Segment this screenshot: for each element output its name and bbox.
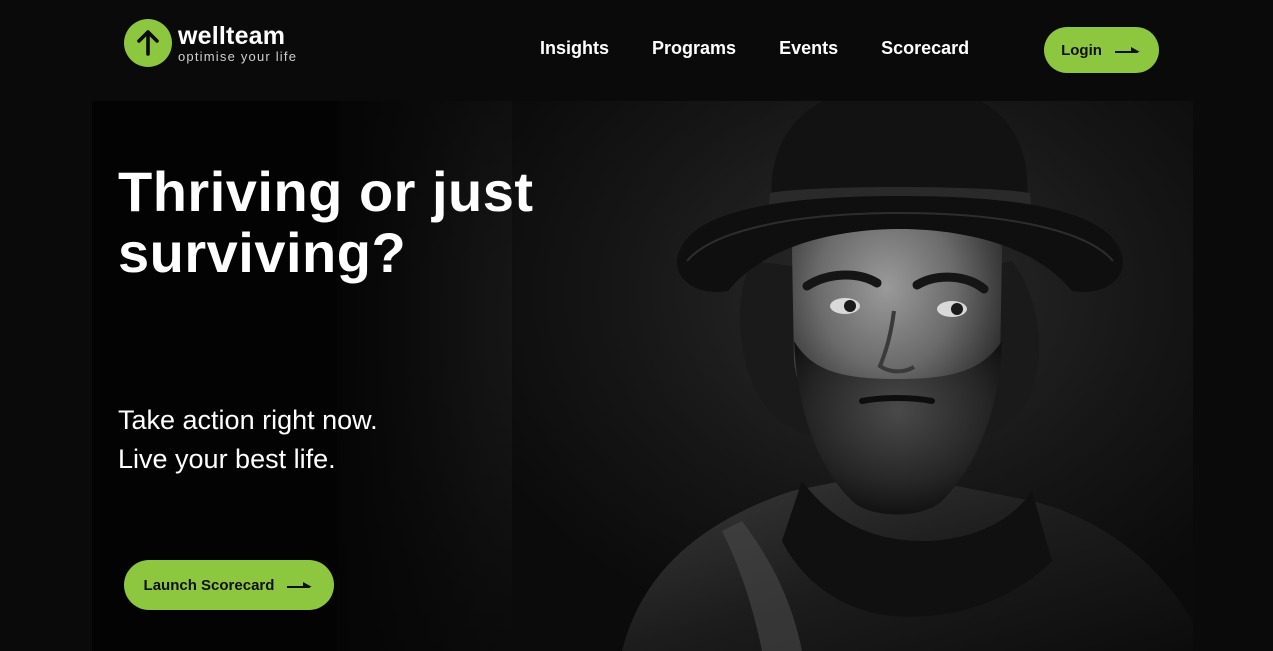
brand-tagline: optimise your life [178, 48, 298, 64]
arrow-up-icon [124, 19, 172, 67]
arrow-right-icon [1114, 42, 1142, 59]
arrow-right-icon [286, 577, 314, 594]
page: wellteam optimise your life Insights Pro… [0, 0, 1273, 651]
hero-section: Thriving or just surviving? Take action … [92, 101, 1193, 651]
nav-item-scorecard[interactable]: Scorecard [881, 38, 969, 59]
hero-subtitle-line-2: Live your best life. [118, 444, 336, 474]
nav-item-programs[interactable]: Programs [652, 38, 736, 59]
nav-item-insights[interactable]: Insights [540, 38, 609, 59]
logo[interactable]: wellteam optimise your life [124, 19, 297, 67]
brand-name: wellteam [178, 21, 286, 50]
site-header: wellteam optimise your life Insights Pro… [0, 0, 1273, 101]
nav-item-events[interactable]: Events [779, 38, 838, 59]
launch-scorecard-button[interactable]: Launch Scorecard [124, 560, 334, 610]
logo-text: wellteam optimise your life [178, 21, 298, 64]
hero-subtitle: Take action right now. Live your best li… [118, 401, 378, 479]
login-button[interactable]: Login [1044, 27, 1159, 73]
hero-subtitle-line-1: Take action right now. [118, 405, 378, 435]
launch-scorecard-label: Launch Scorecard [143, 576, 275, 594]
main-nav: Insights Programs Events Scorecard [540, 38, 969, 59]
hero-title: Thriving or just surviving? [118, 160, 534, 284]
login-button-label: Login [1061, 41, 1102, 59]
